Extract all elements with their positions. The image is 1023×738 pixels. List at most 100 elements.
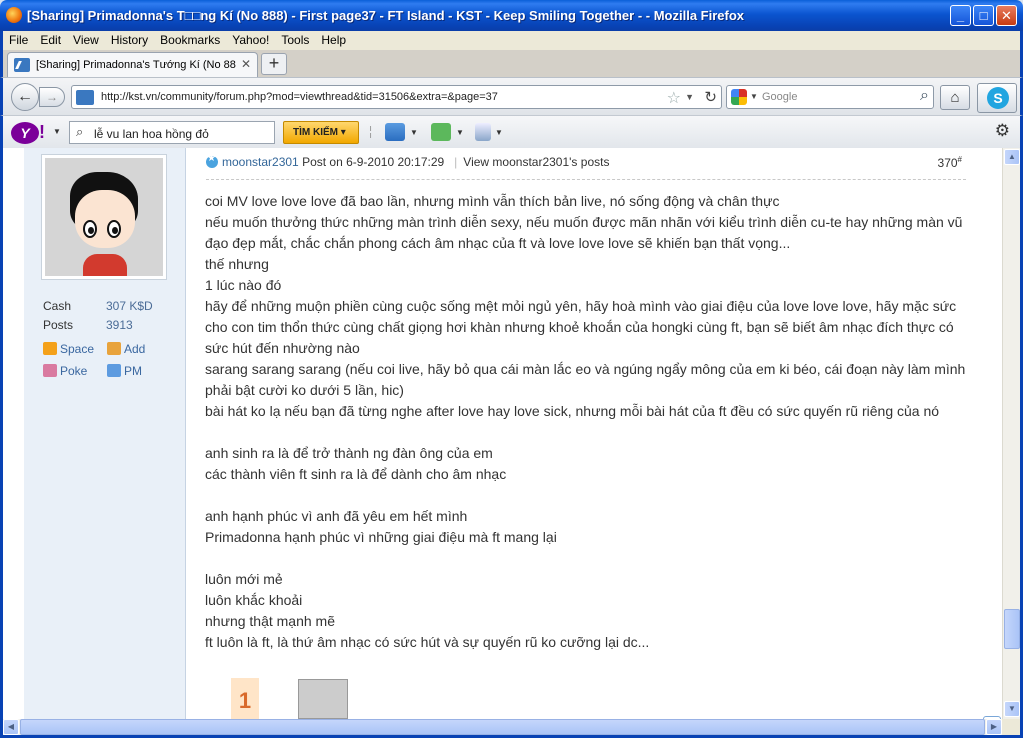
pm-label: PM xyxy=(124,364,142,378)
avatar-body xyxy=(83,254,127,276)
window-frame-left xyxy=(0,148,3,735)
view-user-posts-link[interactable]: View moonstar2301's posts xyxy=(463,155,609,169)
post-message: coi MV love love love đã bao lần, nhưng … xyxy=(205,191,975,653)
yahoo-search-input[interactable]: ⌕ lễ vu lan hoa hồng đỏ xyxy=(69,121,275,144)
back-button[interactable]: ← xyxy=(11,83,39,111)
yahoo-search-value[interactable]: lễ vu lan hoa hồng đỏ xyxy=(94,127,209,141)
mail-icon[interactable] xyxy=(385,123,405,141)
vertical-scroll-thumb[interactable] xyxy=(1004,609,1020,649)
avatar[interactable] xyxy=(45,158,163,276)
home-button[interactable]: ⌂ xyxy=(940,85,970,110)
site-identity-icon[interactable] xyxy=(76,90,94,105)
url-history-dropdown-icon[interactable]: ▼ xyxy=(685,92,694,102)
stat-cash: Cash 307 K$D xyxy=(43,299,183,318)
menu-tools[interactable]: Tools xyxy=(275,31,315,47)
reload-icon[interactable]: ↻ xyxy=(704,88,717,106)
message-line xyxy=(205,548,975,569)
envelope-icon xyxy=(107,364,121,377)
close-button[interactable]: ✕ xyxy=(996,5,1017,26)
post-meta: moonstar2301 Post on 6-9-2010 20:17:29 | V… xyxy=(206,153,966,173)
message-line: anh sinh ra là để trở thành ng đàn ông c… xyxy=(205,445,493,461)
add-friend-icon xyxy=(107,342,121,355)
stat-posts: Posts 3913 xyxy=(43,318,183,337)
poke-link[interactable]: Poke xyxy=(43,364,87,378)
poke-label: Poke xyxy=(60,364,88,378)
scroll-left-arrow[interactable]: ◀ xyxy=(3,719,19,735)
menu-history[interactable]: History xyxy=(105,31,154,47)
search-magnifier-icon[interactable]: ⌕ xyxy=(920,87,929,105)
message-line: Primadonna hạnh phúc vì những giai điệu … xyxy=(205,529,557,545)
medal-image[interactable] xyxy=(298,679,348,719)
navigation-bar: ← → http://kst.vn/community/forum.php?mo… xyxy=(0,77,1023,115)
forward-button[interactable]: → xyxy=(39,87,65,107)
maximize-button[interactable]: □ xyxy=(973,5,994,26)
scroll-up-arrow[interactable]: ▲ xyxy=(1004,149,1020,165)
settings-gear-icon[interactable]: ⚙ xyxy=(995,121,1010,141)
menu-bookmarks[interactable]: Bookmarks xyxy=(154,31,226,47)
space-link[interactable]: Space xyxy=(43,342,94,356)
message-line: nhưng thật mạnh mẽ xyxy=(205,613,336,629)
minimize-button[interactable]: _ xyxy=(950,5,971,26)
vertical-scrollbar[interactable]: ▲ ▼ xyxy=(1002,148,1020,719)
message-line xyxy=(205,422,975,443)
avatar-frame[interactable] xyxy=(41,154,167,280)
new-tab-button[interactable]: + xyxy=(261,53,287,75)
space-label: Space xyxy=(60,342,95,356)
message-line: hãy để những muộn phiền cùng cuộc sống m… xyxy=(205,298,957,356)
menu-yahoo[interactable]: Yahoo! xyxy=(226,31,275,47)
skype-icon: S xyxy=(987,87,1009,109)
yahoo-menu-dropdown-icon[interactable]: ▼ xyxy=(53,127,61,136)
message-line: sarang sarang sarang (nếu coi live, hãy … xyxy=(205,361,966,398)
bookmark-star-icon[interactable]: ☆ xyxy=(667,88,681,108)
stat-value[interactable]: 3913 xyxy=(106,318,133,332)
yahoo-toolbar: Y ! ▼ ⌕ lễ vu lan hoa hồng đỏ TÌM KIẾM ▾… xyxy=(0,115,1023,148)
mail-dropdown-icon[interactable]: ▼ xyxy=(410,128,418,137)
user-stats: Cash 307 K$D Posts 3913 xyxy=(43,299,183,337)
post-floor-number[interactable]: 370# xyxy=(938,155,962,170)
search-bar[interactable]: ▼ Google ⌕ xyxy=(726,85,934,109)
bookmarks-dropdown-icon[interactable]: ▼ xyxy=(495,128,503,137)
stat-value: 307 K$D xyxy=(106,299,153,313)
horizontal-scroll-thumb[interactable] xyxy=(20,719,985,735)
google-engine-icon[interactable] xyxy=(731,89,747,105)
window-title: [Sharing] Primadonna's T□□ng Kí (No 888)… xyxy=(27,8,745,23)
home-icon xyxy=(43,342,57,355)
stat-label: Posts xyxy=(43,318,74,332)
floor-number: 370 xyxy=(937,156,958,170)
message-line: ft luôn là ft, là thứ âm nhạc có sức hút… xyxy=(205,634,650,650)
flickr-icon[interactable] xyxy=(431,123,451,141)
firefox-icon xyxy=(6,7,22,23)
message-line: anh hạnh phúc vì anh đã yêu em hết mình xyxy=(205,508,468,524)
yahoo-search-button[interactable]: TÌM KIẾM ▾ xyxy=(283,121,359,144)
message-line: luôn mới mẻ xyxy=(205,571,283,587)
avatar-left-eye xyxy=(83,220,97,238)
yahoo-logo-icon[interactable]: Y xyxy=(11,122,39,144)
site-favicon-icon xyxy=(14,58,30,72)
message-line: nếu muốn thưởng thức những màn trình diễ… xyxy=(205,214,963,251)
tab-active[interactable]: [Sharing] Primadonna's Tướng Kí (No 888)… xyxy=(7,52,258,77)
search-input[interactable]: Google xyxy=(762,91,797,103)
bookmarks-icon[interactable] xyxy=(475,123,491,141)
meta-separator: | xyxy=(454,155,458,169)
message-line: 1 lúc nào đó xyxy=(205,277,282,293)
tab-close-icon[interactable]: ✕ xyxy=(241,57,251,71)
skype-button[interactable]: S xyxy=(977,83,1017,113)
address-bar[interactable]: http://kst.vn/community/forum.php?mod=vi… xyxy=(71,85,722,109)
stat-label: Cash xyxy=(43,299,72,313)
medal-rank-badge[interactable]: 1 xyxy=(231,678,259,719)
menu-edit[interactable]: Edit xyxy=(34,31,67,47)
user-sidebar: Cash 307 K$D Posts 3913 Space Add Poke P… xyxy=(24,148,186,719)
post-author[interactable]: moonstar2301 xyxy=(222,155,299,169)
scroll-right-arrow[interactable]: ▶ xyxy=(986,719,1002,735)
message-line xyxy=(205,485,975,506)
pm-link[interactable]: PM xyxy=(107,364,142,378)
scroll-down-arrow[interactable]: ▼ xyxy=(1004,701,1020,717)
menu-help[interactable]: Help xyxy=(315,31,352,47)
menu-view[interactable]: View xyxy=(67,31,105,47)
engine-dropdown-icon[interactable]: ▼ xyxy=(750,92,758,101)
horizontal-scrollbar[interactable]: ◀ ▶ xyxy=(3,719,1002,735)
add-friend-link[interactable]: Add xyxy=(107,342,145,356)
url-text[interactable]: http://kst.vn/community/forum.php?mod=vi… xyxy=(101,91,498,103)
flickr-dropdown-icon[interactable]: ▼ xyxy=(456,128,464,137)
menu-file[interactable]: File xyxy=(3,31,34,47)
